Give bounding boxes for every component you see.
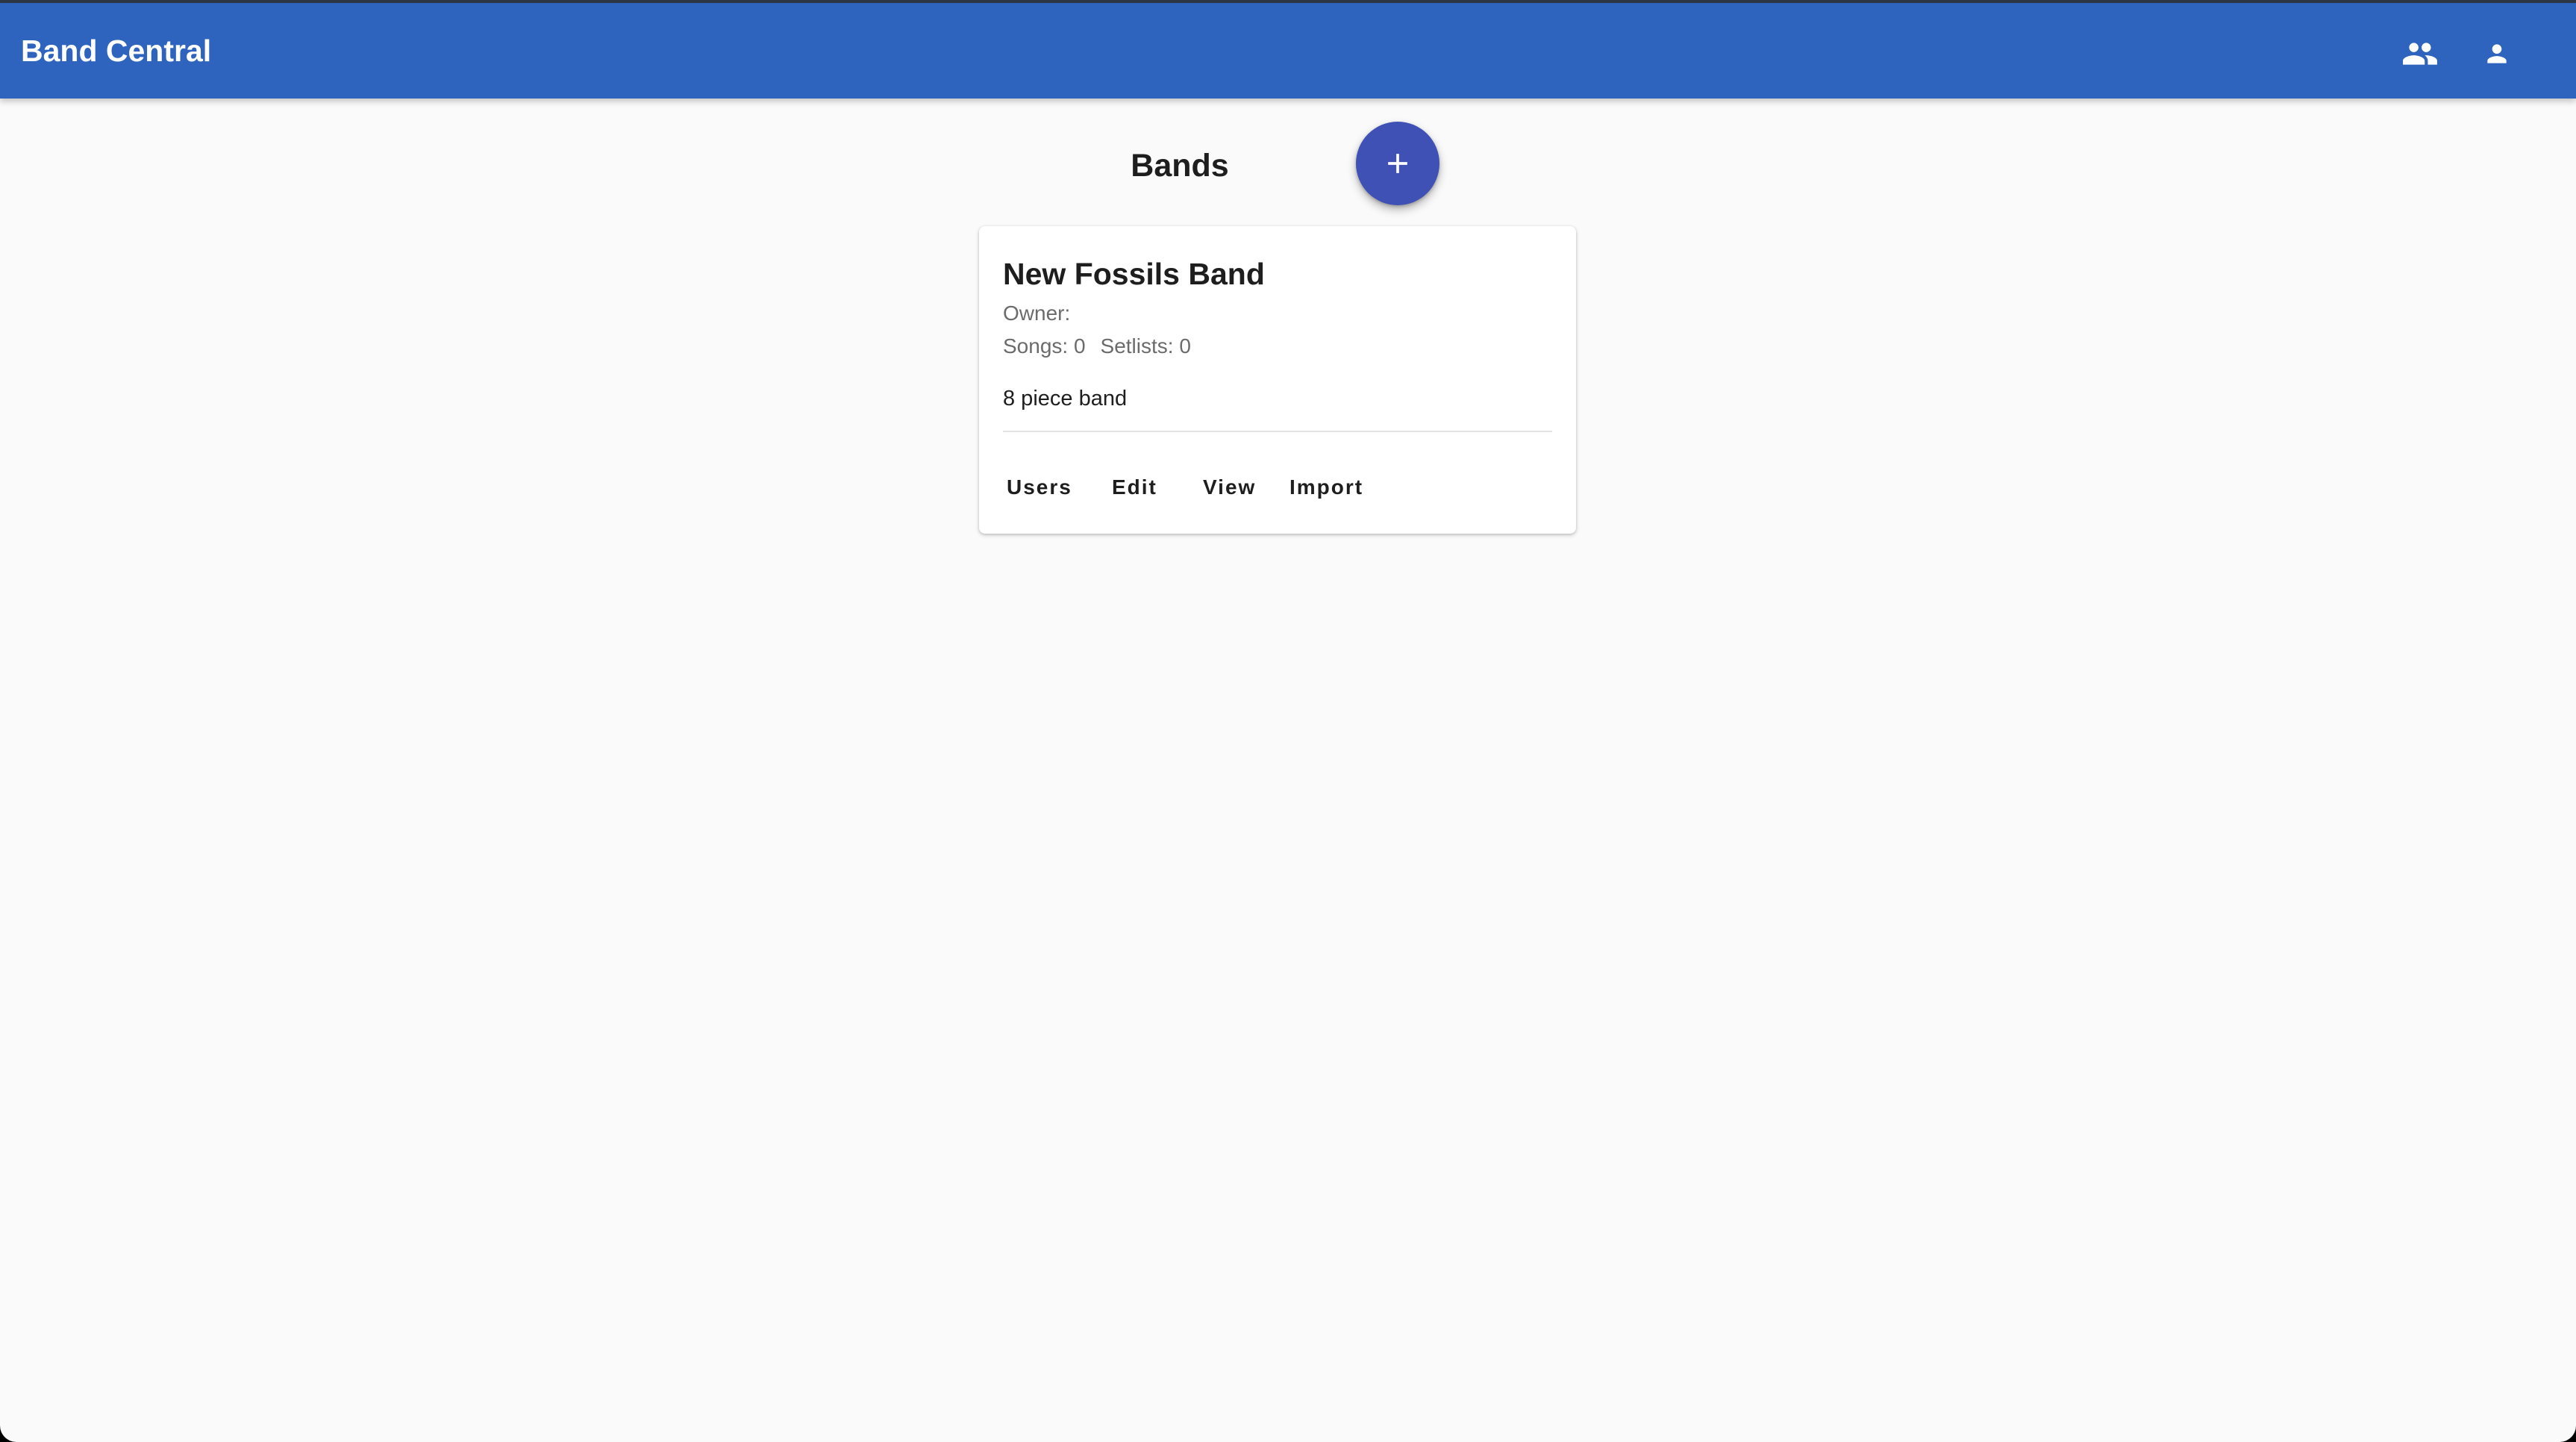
add-band-button[interactable] (1356, 122, 1439, 205)
band-card: New Fossils Band Owner: Songs: 0 Setlists… (979, 226, 1576, 534)
page-title: Bands (1131, 148, 1229, 184)
import-action-button[interactable]: Import (1289, 474, 1363, 501)
app-title: Band Central (21, 34, 212, 68)
users-action-button[interactable]: Users (1007, 474, 1072, 501)
card-divider (1003, 431, 1552, 432)
band-owner: Owner: (1003, 302, 1071, 325)
add-icon (1388, 154, 1407, 173)
view-action-button[interactable]: View (1203, 474, 1256, 501)
band-name: New Fossils Band (1003, 257, 1265, 291)
people-icon (2403, 43, 2437, 65)
users-button[interactable] (2390, 24, 2450, 84)
app-window: Band Central Bands New Fossils Band Owne… (0, 0, 2576, 1442)
songs-count: Songs: 0 (1003, 334, 1086, 358)
top-app-bar: Band Central (0, 0, 2576, 99)
edit-action-button[interactable]: Edit (1112, 474, 1157, 501)
setlists-count: Setlists: 0 (1100, 334, 1191, 358)
band-counts: Songs: 0 Setlists: 0 (1003, 333, 1191, 360)
person-icon (2487, 44, 2507, 63)
account-button[interactable] (2467, 24, 2527, 84)
band-description: 8 piece band (1003, 387, 1128, 411)
